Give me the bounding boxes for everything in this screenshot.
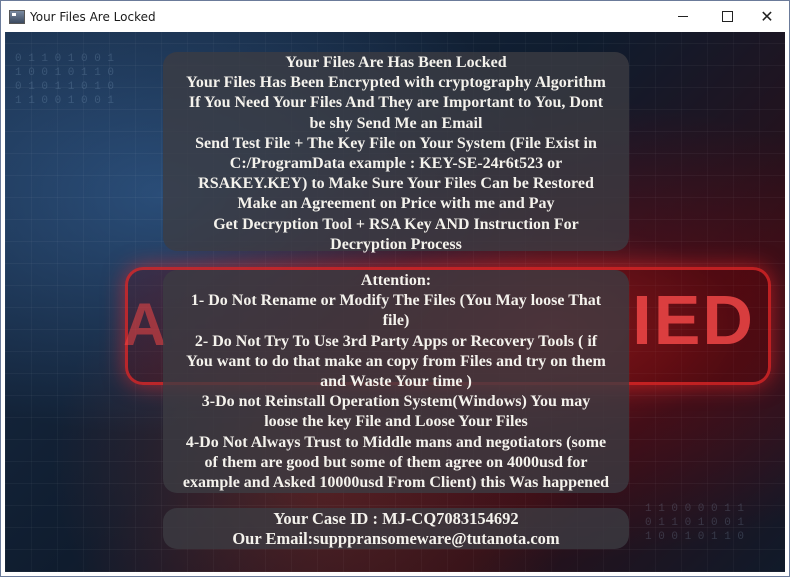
notice-line: Send Test File + The Key File on Your Sy…: [195, 134, 597, 152]
notice-line: C:/ProgramData example : KEY-SE-24r6t523…: [229, 155, 563, 173]
attention-panel: Attention: 1- Do Not Rename or Modify Th…: [163, 270, 629, 493]
ransom-content: 0 1 1 0 1 0 0 1 1 0 0 1 0 1 1 0 0 1 0 1 …: [5, 32, 785, 572]
notice-panel: Your Files Are Has Been Locked Your File…: [163, 52, 629, 253]
title-bar: Your Files Are Locked ✕: [1, 1, 789, 32]
attention-line: loose the key File and Loose Your Files: [264, 413, 528, 431]
notice-line: Make an Agreement on Price with me and P…: [237, 195, 555, 213]
contact-panel: Your Case ID : MJ-CQ7083154692 Our Email…: [163, 508, 629, 549]
attention-line: You want to do that make an copy from Fi…: [186, 352, 606, 370]
attention-line: and Waste Your time ): [320, 373, 472, 391]
notice-line: Your Files Has Been Encrypted with crypt…: [186, 74, 606, 92]
attention-line: of them are good but some of them agree …: [204, 453, 588, 471]
close-button[interactable]: ✕: [747, 1, 787, 32]
attention-line: example and Asked 10000usd From Client) …: [182, 474, 610, 492]
background-word-left: A: [123, 291, 167, 358]
attention-line: 2- Do Not Try To Use 3rd Party Apps or R…: [194, 332, 598, 350]
maximize-button[interactable]: [707, 1, 747, 32]
background-digits-right: 1 1 0 0 0 0 1 1 0 1 1 0 1 0 0 1 1 0 0 1 …: [645, 503, 745, 543]
maximize-icon: [721, 11, 733, 22]
app-icon: [9, 9, 25, 24]
attention-heading: Attention:: [360, 272, 432, 289]
notice-line: be shy Send Me an Email: [309, 114, 483, 132]
notice-line: Get Decryption Tool + RSA Key AND Instru…: [213, 215, 579, 233]
notice-line: Decryption Process: [330, 235, 462, 253]
notice-line: If You Need Your Files And They are Impo…: [188, 94, 604, 112]
case-id: Your Case ID : MJ-CQ7083154692: [273, 509, 519, 528]
background-digits-left: 0 1 1 0 1 0 0 1 1 0 0 1 0 1 1 0 0 1 0 1 …: [15, 53, 115, 107]
notice-line: Your Files Are Has Been Locked: [285, 54, 507, 71]
attention-line: file): [382, 312, 410, 330]
minimize-button[interactable]: [663, 1, 703, 32]
ransom-window: Your Files Are Locked ✕ 0 1 1 0 1 0 0 1 …: [0, 0, 790, 577]
attention-line: 4-Do Not Always Trust to Middle mans and…: [185, 433, 607, 451]
notice-line: RSAKEY.KEY) to Make Sure Your Files Can …: [198, 175, 594, 193]
window-title: Your Files Are Locked: [30, 9, 156, 24]
attention-line: 1- Do Not Rename or Modify The Files (Yo…: [190, 292, 602, 310]
background-word-right: IED: [632, 281, 755, 359]
minimize-icon: [678, 16, 688, 17]
attention-line: 3-Do not Reinstall Operation System(Wind…: [201, 393, 591, 411]
contact-email: Our Email:supppransomeware@tutanota.com: [232, 529, 560, 549]
close-icon: ✕: [760, 6, 774, 26]
